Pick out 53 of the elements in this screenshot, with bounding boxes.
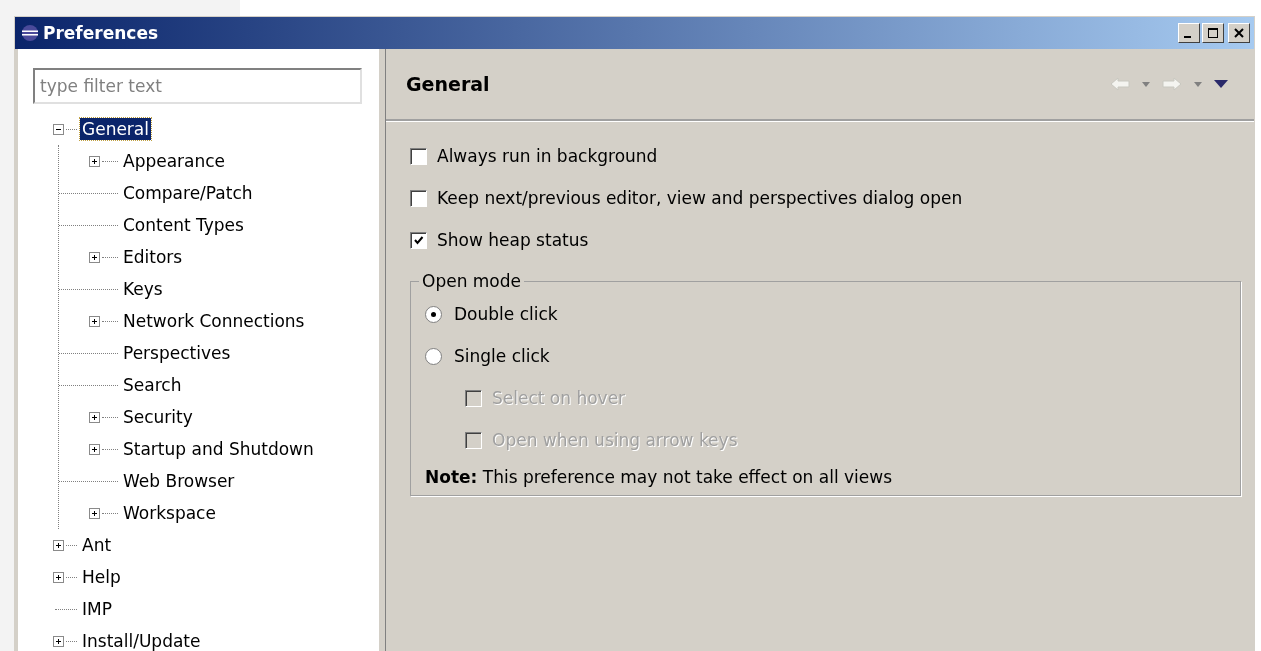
checkbox-label: Keep next/previous editor, view and perspectives dialog open	[437, 188, 963, 208]
filter-field[interactable]: type filter text	[33, 68, 362, 104]
radio-label: Single click	[454, 346, 550, 366]
minimize-button[interactable]	[1178, 23, 1200, 43]
checkbox[interactable]	[410, 231, 427, 249]
radio-label: Double click	[454, 304, 558, 324]
expand-icon[interactable]	[89, 507, 100, 519]
maximize-icon	[1207, 27, 1219, 39]
radio-button[interactable]	[425, 305, 442, 323]
maximize-button[interactable]	[1202, 23, 1224, 43]
tree-item[interactable]: Content Types	[121, 214, 246, 236]
expand-icon[interactable]	[89, 443, 100, 455]
tree-item[interactable]: Perspectives	[121, 342, 233, 364]
expand-icon[interactable]	[89, 411, 100, 423]
tree-item[interactable]: Workspace	[121, 502, 218, 524]
dropdown-arrow-icon[interactable]	[1194, 81, 1202, 87]
close-icon	[1233, 27, 1245, 39]
expand-icon[interactable]	[53, 539, 64, 551]
tree-item[interactable]: Ant	[80, 534, 114, 556]
tree-item[interactable]: Editors	[121, 246, 185, 268]
tree-item[interactable]: Startup and Shutdown	[121, 438, 316, 460]
checkbox[interactable]	[410, 189, 427, 207]
tree-item[interactable]: Web Browser	[121, 470, 237, 492]
tree-item[interactable]: Compare/Patch	[121, 182, 255, 204]
radio-button[interactable]	[425, 347, 442, 365]
group-title: Open mode	[421, 271, 523, 291]
note-text: Note: This preference may not take effect on all views	[425, 466, 894, 487]
tree-item[interactable]: Install/Update	[80, 630, 203, 651]
expand-icon[interactable]	[53, 635, 64, 647]
tree-item[interactable]: General	[80, 118, 151, 140]
app-icon	[21, 24, 39, 42]
tree-item[interactable]: Security	[121, 406, 195, 428]
page-title: General	[406, 73, 491, 95]
tree-item[interactable]: Search	[121, 374, 184, 396]
checkbox-label: Show heap status	[437, 230, 589, 250]
expand-icon[interactable]	[89, 155, 100, 167]
tree-item[interactable]: Help	[80, 566, 123, 588]
checkbox-label: Always run in background	[437, 146, 658, 166]
window-title: Preferences	[43, 23, 160, 43]
close-button[interactable]	[1228, 23, 1250, 43]
tree-item[interactable]: IMP	[80, 598, 114, 620]
collapse-icon[interactable]	[53, 123, 64, 135]
minimize-icon	[1184, 36, 1191, 38]
checkbox[interactable]	[410, 147, 427, 165]
check-mark-icon	[413, 234, 424, 246]
menu-arrow-icon[interactable]	[1214, 80, 1228, 88]
expand-icon[interactable]	[53, 571, 64, 583]
tree-item[interactable]: Network Connections	[121, 310, 307, 332]
tree-item[interactable]: Appearance	[121, 150, 228, 172]
expand-icon[interactable]	[89, 251, 100, 263]
dropdown-arrow-icon[interactable]	[1142, 81, 1150, 87]
expand-icon[interactable]	[89, 315, 100, 327]
tree-item[interactable]: Keys	[121, 278, 165, 300]
